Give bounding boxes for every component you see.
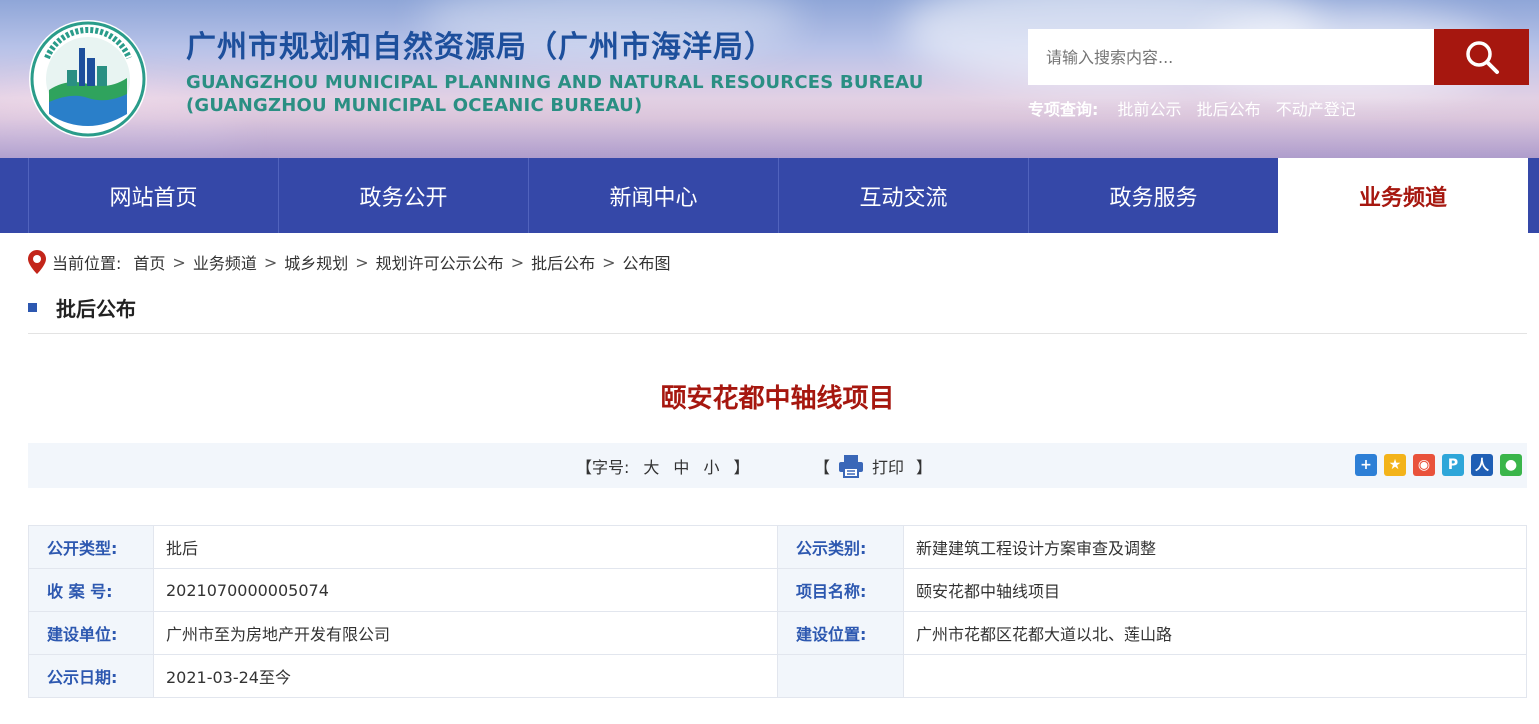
nav-item-interaction[interactable]: 互动交流 <box>778 158 1028 233</box>
site-title-en: GUANGZHOU MUNICIPAL PLANNING AND NATURAL… <box>186 72 924 93</box>
print-bracket-open: 【 <box>814 457 831 477</box>
info-key: 公示类别: <box>777 525 904 569</box>
renren-icon[interactable]: 人 <box>1471 454 1493 476</box>
section-title: 批后公布 <box>56 296 136 321</box>
font-size-small[interactable]: 小 <box>703 454 719 478</box>
info-key: 项目名称: <box>777 568 904 612</box>
quick-link-post-approval[interactable]: 批后公布 <box>1197 100 1261 119</box>
section-heading: 批后公布 <box>28 292 136 322</box>
print-button[interactable]: 【 打印 】 <box>814 443 932 488</box>
plus-share-icon[interactable]: + <box>1355 454 1377 476</box>
breadcrumb-separator: > <box>263 252 278 272</box>
nav-item-business[interactable]: 业务频道 <box>1278 158 1528 233</box>
search-input[interactable] <box>1028 29 1434 85</box>
search-icon <box>1465 41 1499 74</box>
info-value: 2021-03-24至今 <box>153 654 778 698</box>
site-title-cn: 广州市规划和自然资源局（广州市海洋局） <box>186 30 775 65</box>
tencent-weibo-icon[interactable]: P <box>1442 454 1464 476</box>
bureau-emblem-icon[interactable] <box>27 18 149 140</box>
font-size-medium[interactable]: 中 <box>673 454 689 478</box>
info-value: 批后 <box>153 525 778 569</box>
quick-link-pre-approval[interactable]: 批前公示 <box>1118 100 1182 119</box>
breadcrumb-post-approval[interactable]: 批后公布 <box>531 250 595 274</box>
table-row: 收 案 号: 2021070000005074 项目名称: 颐安花都中轴线项目 <box>28 568 1527 612</box>
table-row: 建设单位: 广州市至为房地产开发有限公司 建设位置: 广州市花都区花都大道以北、… <box>28 611 1527 655</box>
print-bracket-close: 】 <box>916 457 933 477</box>
breadcrumb-separator: > <box>172 252 186 272</box>
info-value: 颐安花都中轴线项目 <box>903 568 1527 612</box>
wechat-icon[interactable]: ● <box>1500 454 1522 476</box>
breadcrumb-label: 当前位置: <box>52 254 122 273</box>
info-value: 广州市花都区花都大道以北、莲山路 <box>903 611 1527 655</box>
article-toolbar: 【字号: 大 中 小 】 【 打印 】 + ★ ◉ P 人 ● <box>28 443 1527 488</box>
breadcrumb: 当前位置: 首页 > 业务频道 > 城乡规划 > 规划许可公示公布 > 批后公布… <box>28 248 671 276</box>
nav-item-home[interactable]: 网站首页 <box>28 158 278 233</box>
info-value: 2021070000005074 <box>153 568 778 612</box>
breadcrumb-business[interactable]: 业务频道 <box>193 250 257 274</box>
print-label: 打印 <box>872 457 905 477</box>
info-value-empty <box>903 654 1527 698</box>
breadcrumb-planning-permit[interactable]: 规划许可公示公布 <box>376 250 504 274</box>
info-key-empty <box>777 654 904 698</box>
weibo-icon[interactable]: ◉ <box>1413 454 1435 476</box>
font-size-label: 【字号: <box>576 457 630 477</box>
breadcrumb-home[interactable]: 首页 <box>133 250 165 274</box>
breadcrumb-urban-planning[interactable]: 城乡规划 <box>284 250 348 274</box>
share-bar: + ★ ◉ P 人 ● <box>1348 454 1522 476</box>
info-key: 公示日期: <box>28 654 154 698</box>
nav-item-services[interactable]: 政务服务 <box>1028 158 1278 233</box>
info-key: 收 案 号: <box>28 568 154 612</box>
project-info-table: 公开类型: 批后 公示类别: 新建建筑工程设计方案审查及调整 收 案 号: 20… <box>28 525 1527 698</box>
printer-icon <box>839 454 864 478</box>
info-value: 新建建筑工程设计方案审查及调整 <box>903 525 1527 569</box>
breadcrumb-separator: > <box>510 252 525 272</box>
nav-item-news[interactable]: 新闻中心 <box>528 158 778 233</box>
font-size-large[interactable]: 大 <box>643 454 659 478</box>
table-row: 公开类型: 批后 公示类别: 新建建筑工程设计方案审查及调整 <box>28 525 1527 569</box>
quick-query: 专项查询: 批前公示 批后公布 不动产登记 <box>1028 96 1366 120</box>
site-subtitle-en: (GUANGZHOU MUNICIPAL OCEANIC BUREAU) <box>186 95 643 116</box>
search-button[interactable] <box>1434 29 1529 85</box>
font-size-control: 【字号: 大 中 小 】 <box>576 443 749 488</box>
divider <box>28 333 1527 334</box>
info-key: 建设位置: <box>777 611 904 655</box>
site-header: 广州市规划和自然资源局（广州市海洋局） GUANGZHOU MUNICIPAL … <box>0 0 1539 158</box>
info-key: 建设单位: <box>28 611 154 655</box>
quick-query-label: 专项查询: <box>1028 100 1099 119</box>
nav-item-gov-affairs[interactable]: 政务公开 <box>278 158 528 233</box>
qzone-icon[interactable]: ★ <box>1384 454 1406 476</box>
breadcrumb-separator: > <box>355 252 369 272</box>
quick-link-real-estate[interactable]: 不动产登记 <box>1276 100 1356 119</box>
font-size-bracket: 】 <box>733 457 750 477</box>
info-value: 广州市至为房地产开发有限公司 <box>153 611 778 655</box>
square-bullet-icon <box>28 302 37 312</box>
document-title: 颐安花都中轴线项目 <box>660 384 895 414</box>
main-nav: 网站首页 政务公开 新闻中心 互动交流 政务服务 业务频道 <box>0 158 1539 233</box>
breadcrumb-current[interactable]: 公布图 <box>623 250 671 274</box>
breadcrumb-separator: > <box>602 252 616 272</box>
location-pin-icon <box>28 250 46 274</box>
info-key: 公开类型: <box>28 525 154 569</box>
table-row: 公示日期: 2021-03-24至今 <box>28 654 1527 698</box>
